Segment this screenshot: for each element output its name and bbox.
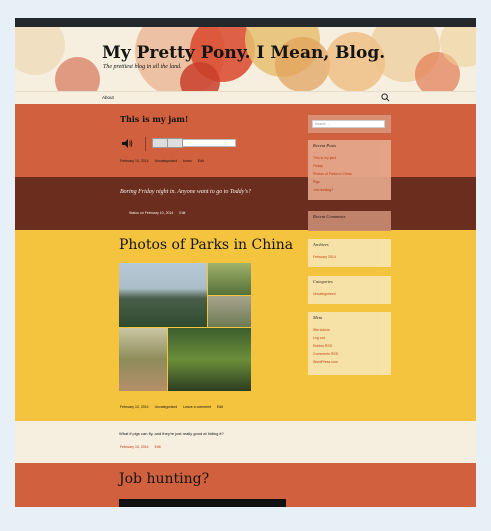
speaker-icon (122, 139, 133, 148)
post-date[interactable]: February 10, 2014 (120, 405, 149, 409)
archives-widget: Archives February 2014 (308, 239, 391, 267)
post-tag[interactable]: tunes (183, 159, 192, 163)
post-category[interactable]: Uncategorized (155, 405, 178, 409)
aside-post: What if pigs can fly, and they're just r… (15, 421, 476, 463)
recent-post-link[interactable]: Photos of Parks in China (313, 172, 352, 176)
recent-post-link[interactable]: Pigs (313, 180, 320, 184)
gallery-photo[interactable] (119, 328, 167, 391)
header-circle (55, 57, 100, 91)
edit-link[interactable]: Edit (217, 405, 223, 409)
post-category[interactable]: Uncategorized (155, 159, 178, 163)
edit-link[interactable]: Edit (198, 159, 204, 163)
gallery-photo[interactable] (168, 328, 251, 391)
meta-link[interactable]: WordPress.com (313, 360, 338, 364)
status-text: Boring Friday night in. Anyone want to g… (120, 189, 251, 195)
post-date[interactable]: February 10, 2014 (120, 445, 149, 449)
search-icon[interactable] (381, 93, 390, 102)
admin-bar (15, 18, 476, 27)
meta-link[interactable]: Comments RSS (313, 352, 338, 356)
categories-widget: Categories Uncategorized (308, 276, 391, 304)
video-post: Job hunting? (15, 463, 476, 507)
recent-post-link[interactable]: This is my jam! (313, 156, 336, 160)
page: My Pretty Pony. I Mean, Blog. The pretti… (15, 27, 476, 507)
post-title[interactable]: Job hunting? (119, 471, 209, 487)
post-title[interactable]: Photos of Parks in China (119, 237, 293, 253)
site-description: The prettiest blog in all the land. (103, 64, 182, 70)
meta-link[interactable]: Log out (313, 336, 325, 340)
recent-posts-widget: Recent Posts This is my jam! Friday Phot… (308, 140, 391, 200)
meta-link[interactable]: Site Admin (313, 328, 330, 332)
gallery-photo[interactable] (208, 296, 251, 327)
site-title[interactable]: My Pretty Pony. I Mean, Blog. (102, 43, 385, 63)
video-embed[interactable] (119, 499, 286, 507)
audio-post: This is my jam! February 10, 2014 Uncate… (15, 104, 476, 177)
post-date[interactable]: February 10, 2014 (120, 159, 149, 163)
search-input[interactable]: Search ... (312, 120, 385, 128)
edit-link[interactable]: Edit (179, 211, 185, 215)
post-meta: February 10, 2014 Uncategorized tunes Ed… (120, 159, 209, 163)
category-link[interactable]: Uncategorized (313, 292, 336, 296)
recent-post-link[interactable]: Friday (313, 164, 323, 168)
nav-bar: About (15, 91, 476, 105)
recent-post-link[interactable]: Job hunting? (313, 188, 333, 192)
widget-title: Recent Comments (313, 214, 346, 219)
post-title[interactable]: This is my jam! (120, 114, 188, 124)
widget-title: Meta (313, 315, 323, 320)
aside-text: What if pigs can fly, and they're just r… (119, 431, 224, 436)
comment-link[interactable]: Leave a comment (183, 405, 211, 409)
status-post: Boring Friday night in. Anyone want to g… (15, 177, 476, 230)
widget-title: Recent Posts (313, 143, 337, 148)
widget-title: Categories (313, 279, 333, 284)
gallery-photo[interactable] (119, 263, 207, 327)
post-meta: Status on February 10, 2014 Edit (129, 211, 190, 215)
recent-comments-widget: Recent Comments (308, 211, 391, 231)
archive-link[interactable]: February 2014 (313, 255, 336, 259)
edit-link[interactable]: Edit (155, 445, 161, 449)
player-divider (145, 137, 146, 151)
next-button[interactable] (167, 138, 183, 148)
gallery-photo[interactable] (208, 263, 251, 295)
post-meta: February 10, 2014 Uncategorized Leave a … (120, 405, 228, 409)
meta-link[interactable]: Entries RSS (313, 344, 332, 348)
meta-widget: Meta Site Admin Log out Entries RSS Comm… (308, 312, 391, 375)
site-header: My Pretty Pony. I Mean, Blog. The pretti… (15, 27, 476, 91)
play-button[interactable] (152, 138, 168, 148)
post-date[interactable]: Status on February 10, 2014 (129, 211, 173, 215)
gallery-post: Photos of Parks in China February 10, 20… (15, 230, 476, 421)
nav-about-link[interactable]: About (102, 95, 114, 100)
widget-title: Archives (313, 242, 329, 247)
post-meta: February 10, 2014 Edit (120, 445, 166, 449)
